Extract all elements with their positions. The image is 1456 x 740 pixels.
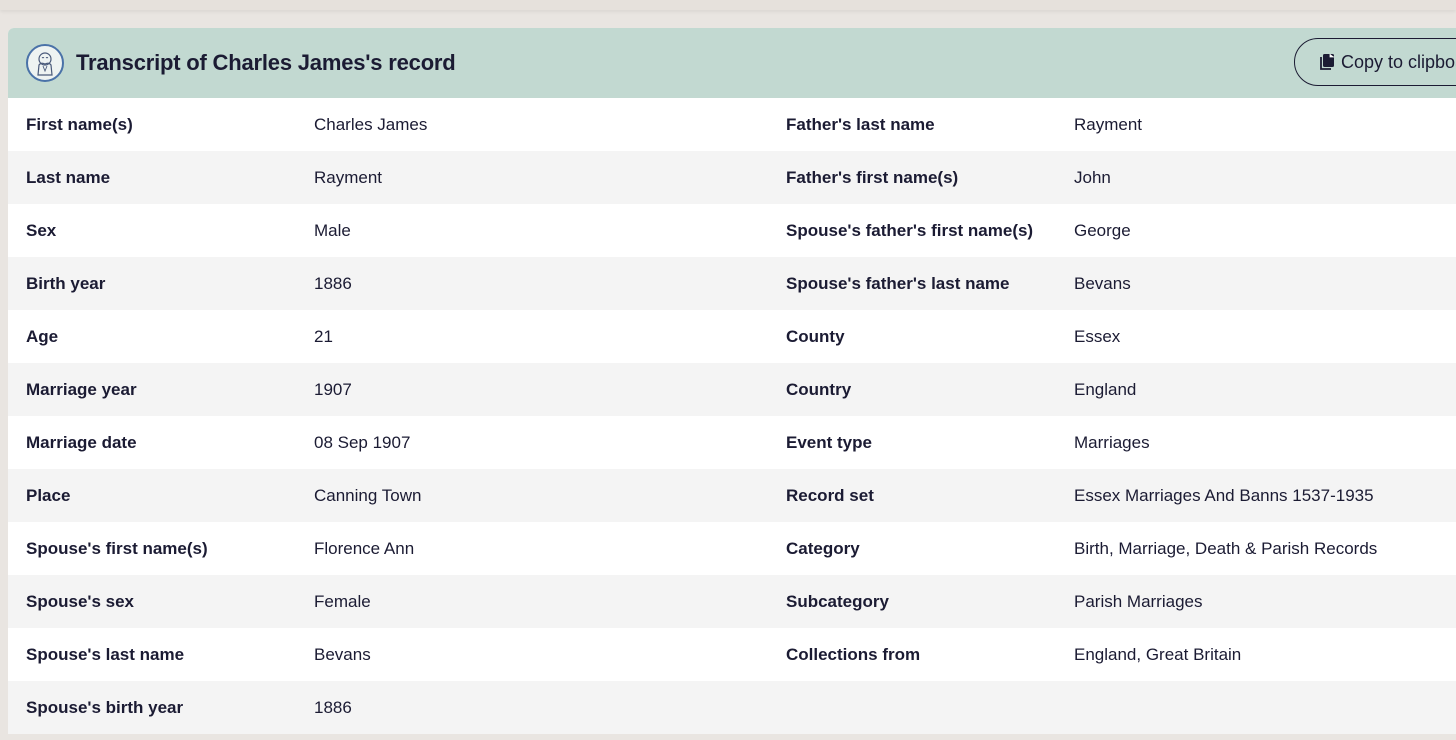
field-label: Record set [786, 485, 874, 505]
field-value: Essex [1074, 326, 1121, 346]
field-value: George [1074, 220, 1131, 240]
table-row: Birth year 1886 Spouse's father's last n… [8, 257, 1456, 310]
field-value: Bevans [1074, 273, 1131, 293]
field-label: Sex [26, 220, 57, 240]
field-label: County [786, 326, 845, 346]
field-value: Male [314, 220, 351, 240]
field-label: Subcategory [786, 591, 889, 611]
field-label: Spouse's last name [26, 644, 185, 664]
field-value: Parish Marriages [1074, 591, 1203, 611]
table-row: Sex Male Spouse's father's first name(s)… [8, 204, 1456, 257]
table-row: Spouse's last name Bevans Collections fr… [8, 628, 1456, 681]
field-value: 1886 [314, 273, 352, 293]
field-label: Spouse's first name(s) [26, 538, 208, 558]
field-label: Event type [786, 432, 872, 452]
field-label: Age [26, 326, 59, 346]
field-value: Bevans [314, 644, 371, 664]
field-label: Spouse's sex [26, 591, 134, 611]
field-label: Country [786, 379, 852, 399]
field-value: Birth, Marriage, Death & Parish Records [1074, 538, 1378, 558]
field-value: 08 Sep 1907 [314, 432, 411, 452]
field-value: Essex Marriages And Banns 1537-1935 [1074, 485, 1374, 505]
transcript-header: Transcript of Charles James's record Cop… [8, 28, 1456, 98]
table-row: Age 21 County Essex [8, 310, 1456, 363]
field-label: Marriage year [26, 379, 137, 399]
top-strip [0, 0, 1456, 10]
field-value: Florence Ann [314, 538, 415, 558]
field-label: Spouse's father's first name(s) [786, 220, 1034, 240]
field-value: Rayment [1074, 114, 1143, 134]
field-label: Last name [26, 167, 111, 187]
page-title: Transcript of Charles James's record [76, 50, 456, 75]
field-label: Father's first name(s) [786, 167, 959, 187]
field-label: Spouse's birth year [26, 697, 184, 717]
field-value: Canning Town [314, 485, 422, 505]
table-row: Marriage year 1907 Country England [8, 363, 1456, 416]
field-value: 1907 [314, 379, 352, 399]
table-row: Spouse's birth year 1886 [8, 681, 1456, 734]
table-row: First name(s) Charles James Father's las… [8, 98, 1456, 151]
field-label: Father's last name [786, 114, 935, 134]
table-row: Marriage date 08 Sep 1907 Event type Mar… [8, 416, 1456, 469]
table-row: Last name Rayment Father's first name(s)… [8, 151, 1456, 204]
field-value: 21 [314, 326, 333, 346]
field-value: England [1074, 379, 1137, 399]
field-label: Marriage date [26, 432, 137, 452]
copy-document-icon [1319, 53, 1335, 71]
copy-to-clipboard-button[interactable]: Copy to clipboard [1294, 38, 1456, 86]
field-value: Charles James [314, 114, 428, 134]
person-sketch-icon [26, 44, 64, 82]
transcript-card: Transcript of Charles James's record Cop… [8, 28, 1456, 734]
field-label: Category [786, 538, 860, 558]
table-row: Spouse's sex Female Subcategory Parish M… [8, 575, 1456, 628]
field-label: Collections from [786, 644, 921, 664]
field-label: Birth year [26, 273, 106, 293]
field-value: John [1074, 167, 1111, 187]
table-row: Spouse's first name(s) Florence Ann Cate… [8, 522, 1456, 575]
field-value: England, Great Britain [1074, 644, 1242, 664]
field-label: Spouse's father's last name [786, 273, 1010, 293]
field-value: Female [314, 591, 371, 611]
record-fields: First name(s) Charles James Father's las… [8, 98, 1456, 734]
field-label: First name(s) [26, 114, 133, 134]
field-label: Place [26, 485, 71, 505]
table-row: Place Canning Town Record set Essex Marr… [8, 469, 1456, 522]
field-value: Marriages [1074, 432, 1150, 452]
field-value: 1886 [314, 697, 352, 717]
copy-button-label: Copy to clipboard [1341, 51, 1456, 72]
field-value: Rayment [314, 167, 383, 187]
